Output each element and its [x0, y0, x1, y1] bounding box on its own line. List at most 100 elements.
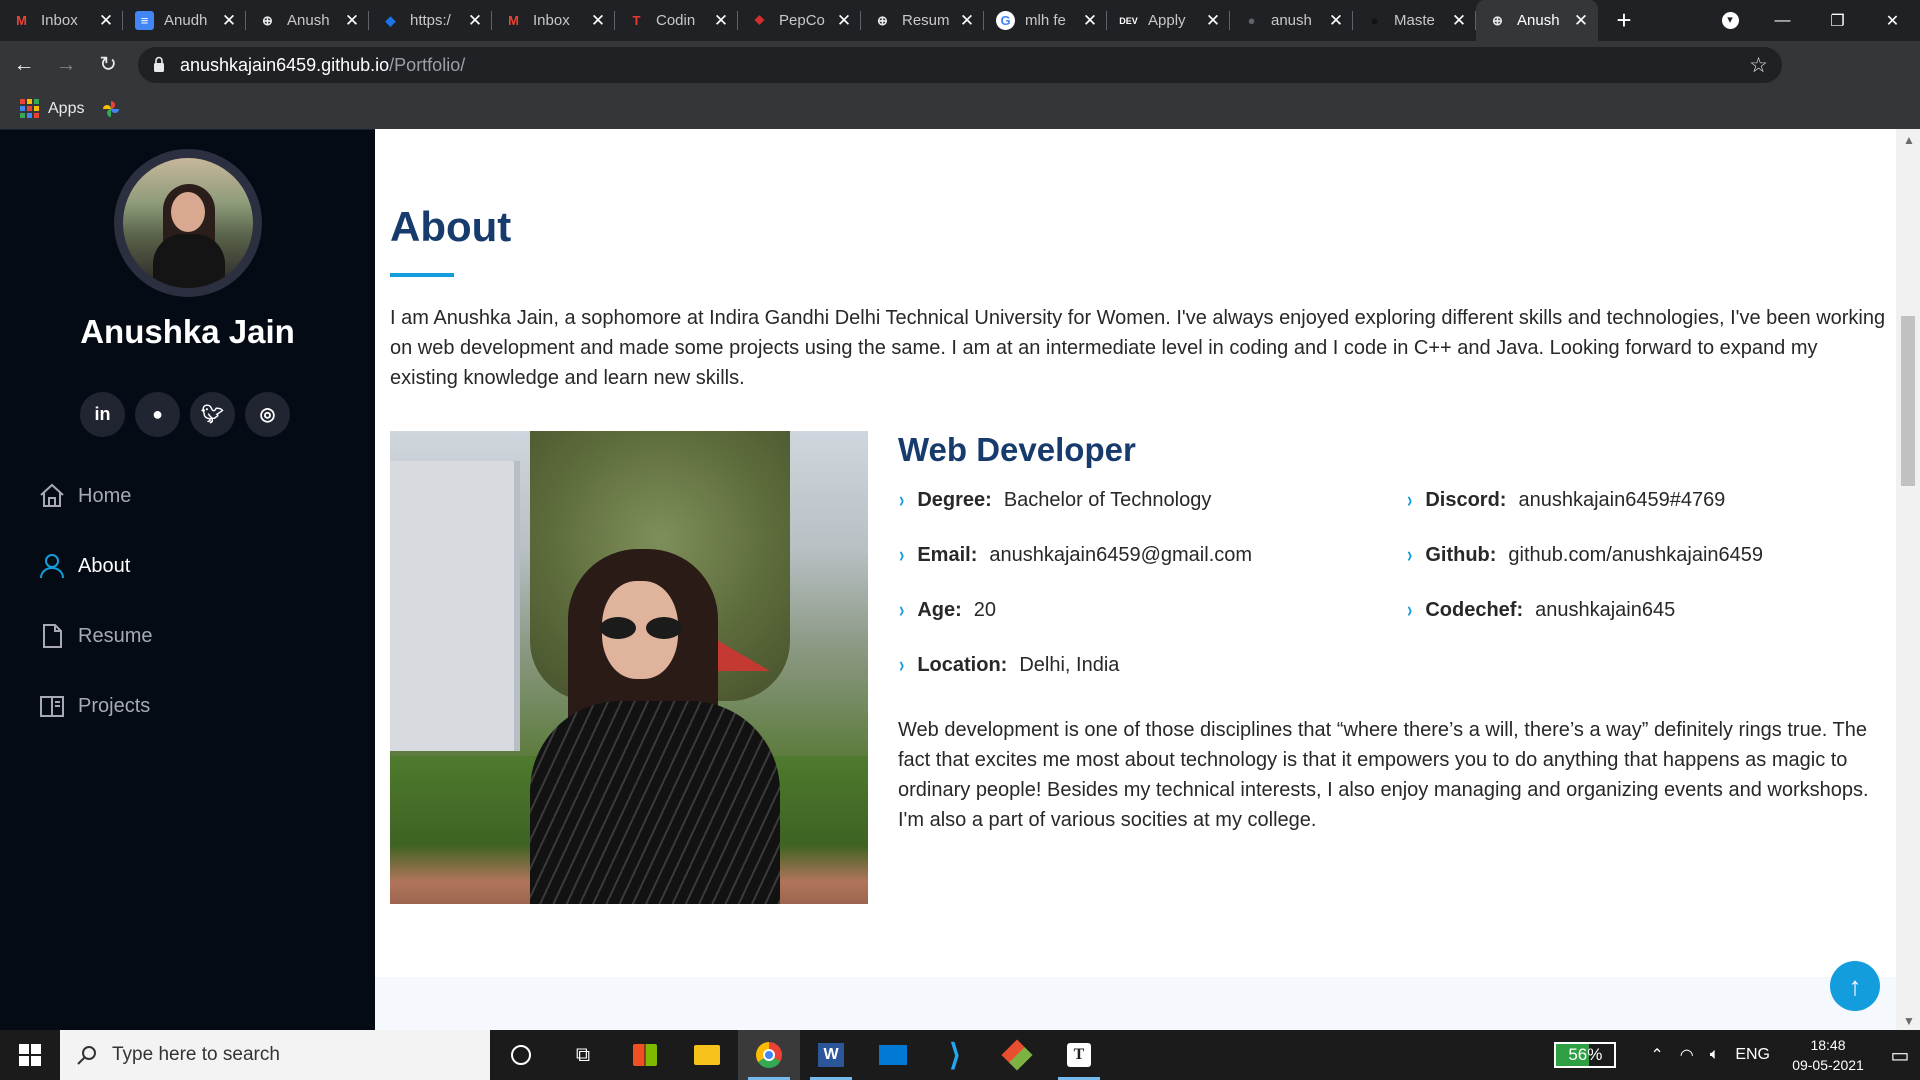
social-link-twitter[interactable]: 🐦︎: [190, 392, 235, 437]
browser-tab[interactable]: ⊕ Anush ✕: [1476, 0, 1598, 41]
diamond-icon: ◆: [385, 12, 396, 28]
maximize-button[interactable]: ❐: [1810, 0, 1865, 41]
tab-title: Apply: [1148, 12, 1186, 29]
browser-tab[interactable]: ⊕ Anush ✕: [246, 0, 369, 41]
linkedin-icon: in: [94, 404, 111, 424]
close-tab-icon[interactable]: ✕: [1327, 11, 1345, 31]
speaker-muted-icon[interactable]: 🔈︎: [1710, 1046, 1720, 1064]
vscode-icon[interactable]: ⟩: [924, 1030, 986, 1080]
pepcoding-icon: ⯁: [754, 12, 765, 28]
profile-photo: [114, 149, 262, 297]
tab-title: anush: [1271, 12, 1312, 29]
chevron-up-icon[interactable]: ⌃: [1650, 1045, 1663, 1065]
git-icon[interactable]: [986, 1030, 1048, 1080]
close-tab-icon[interactable]: ✕: [835, 11, 853, 31]
store-icon[interactable]: [614, 1030, 676, 1080]
lock-icon: [154, 56, 164, 72]
browser-tab[interactable]: ⯁ PepCo ✕: [738, 0, 861, 41]
scroll-up-icon[interactable]: ▲: [1903, 133, 1915, 147]
browser-tab[interactable]: DEV Apply ✕: [1107, 0, 1230, 41]
close-tab-icon[interactable]: ✕: [589, 11, 607, 31]
browser-tab[interactable]: ● Maste ✕: [1353, 0, 1476, 41]
close-tab-icon[interactable]: ✕: [220, 11, 238, 31]
social-link-github[interactable]: ●: [135, 392, 180, 437]
home-icon: [40, 483, 64, 507]
close-tab-icon[interactable]: ✕: [1572, 11, 1590, 31]
close-tab-icon[interactable]: ✕: [343, 11, 361, 31]
word-icon[interactable]: W: [800, 1030, 862, 1080]
browser-tab[interactable]: T Codin ✕: [615, 0, 738, 41]
browser-tab[interactable]: Gmlh fe ✕: [984, 0, 1107, 41]
back-button[interactable]: ←: [6, 47, 42, 83]
forward-button[interactable]: →: [48, 47, 84, 83]
nav-item-resume[interactable]: Resume: [38, 601, 152, 671]
gmail-icon: M: [508, 13, 519, 28]
profile-name: Anushka Jain: [80, 313, 295, 350]
clock[interactable]: 18:48 09-05-2021: [1786, 1035, 1870, 1075]
start-button[interactable]: [0, 1030, 60, 1080]
minimize-button[interactable]: —: [1755, 0, 1810, 41]
notifications-icon[interactable]: ▭: [1880, 1043, 1920, 1068]
wifi-icon[interactable]: ◠: [1680, 1045, 1694, 1065]
task-view-icon[interactable]: ⧉: [552, 1030, 614, 1080]
browser-tab[interactable]: ● anush ✕: [1230, 0, 1353, 41]
tab-title: https:/: [410, 12, 451, 29]
browser-tab[interactable]: ≡ Anudh ✕: [123, 0, 246, 41]
back-to-top-button[interactable]: ↑: [1830, 961, 1880, 1011]
role-title: Web Developer: [898, 431, 1136, 468]
tg-icon: T: [632, 13, 641, 28]
social-link-linkedin[interactable]: in: [80, 392, 125, 437]
about-outro: Web development is one of those discipli…: [898, 719, 1869, 831]
globe-icon: ⊕: [262, 12, 273, 28]
instagram-icon: ◎: [259, 404, 276, 424]
social-link-instagram[interactable]: ◎: [245, 392, 290, 437]
browser-tab[interactable]: ◆ https:/ ✕: [369, 0, 492, 41]
page-scrollbar[interactable]: ▲ ▼: [1896, 129, 1920, 1030]
scroll-down-icon[interactable]: ▼: [1903, 1014, 1915, 1028]
apps-bookmark[interactable]: Apps: [48, 100, 84, 118]
typora-icon[interactable]: T: [1048, 1030, 1110, 1080]
chevron-right-icon: ›: [1407, 597, 1413, 622]
tab-title: Anush: [1517, 12, 1560, 29]
bookmark-star-icon[interactable]: ☆: [1749, 53, 1768, 78]
close-tab-icon[interactable]: ✕: [1450, 11, 1468, 31]
close-tab-icon[interactable]: ✕: [958, 11, 976, 31]
close-tab-icon[interactable]: ✕: [712, 11, 730, 31]
browser-tab[interactable]: M Inbox ✕: [492, 0, 615, 41]
reload-icon: ↻: [99, 53, 117, 76]
cortana-icon[interactable]: [490, 1030, 552, 1080]
tab-list: M Inbox ✕ ≡ Anudh ✕ ⊕ Anush ✕ ◆ https:/ ✕ M Inbox ✕ T Co…: [0, 0, 1598, 41]
nav-item-projects[interactable]: Projects: [38, 671, 152, 741]
nav-item-home[interactable]: Home: [38, 461, 152, 531]
nav-label: Home: [78, 484, 132, 507]
address-bar[interactable]: anushkajain6459.github.io/Portfolio/ ☆: [138, 47, 1782, 83]
battery-indicator[interactable]: 56%: [1554, 1042, 1617, 1068]
sidebar-nav: Home About Resume Projects: [38, 461, 152, 741]
taskbar-search-box[interactable]: Type here to search: [60, 1030, 490, 1080]
arrow-up-icon: ↑: [1848, 970, 1862, 1001]
google-photos-icon[interactable]: [102, 100, 120, 118]
close-tab-icon[interactable]: ✕: [1081, 11, 1099, 31]
close-tab-icon[interactable]: ✕: [466, 11, 484, 31]
globe-icon: ⊕: [1492, 12, 1503, 28]
browser-tab[interactable]: M Inbox ✕: [0, 0, 123, 41]
page-viewport: Anushka Jain in ● 🐦︎ ◎ Home About Resume Proje…: [0, 129, 1920, 1030]
nav-item-about[interactable]: About: [38, 531, 152, 601]
close-window-button[interactable]: ✕: [1865, 0, 1920, 41]
language-indicator[interactable]: ENG: [1735, 1046, 1770, 1064]
browser-tab[interactable]: ⊕ Resum ✕: [861, 0, 984, 41]
tab-search-button[interactable]: ▾: [1705, 0, 1755, 41]
close-tab-icon[interactable]: ✕: [1204, 11, 1222, 31]
chrome-taskbar-icon[interactable]: [738, 1030, 800, 1080]
scrollbar-thumb[interactable]: [1901, 316, 1915, 486]
nav-label: Projects: [78, 694, 151, 717]
new-tab-button[interactable]: +: [1598, 0, 1650, 41]
fact-label: Degree:: [917, 488, 992, 511]
fact-value: anushkajain6459@gmail.com: [989, 543, 1253, 566]
mail-icon[interactable]: [862, 1030, 924, 1080]
file-explorer-icon[interactable]: [676, 1030, 738, 1080]
fact-item: › Codechef: anushkajain645: [1406, 597, 1675, 623]
reload-button[interactable]: ↻: [90, 47, 126, 83]
close-tab-icon[interactable]: ✕: [97, 11, 115, 31]
chevron-right-icon: ›: [899, 652, 905, 677]
